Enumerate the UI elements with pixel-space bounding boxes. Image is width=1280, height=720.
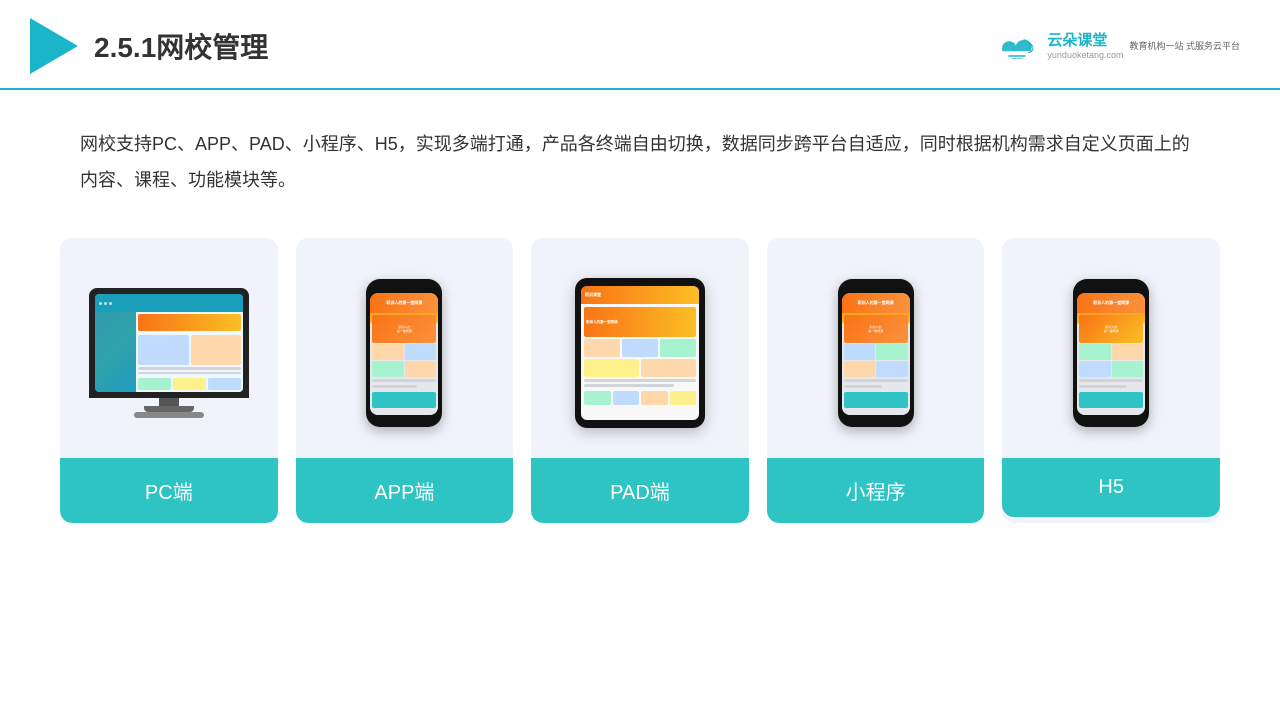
pad-tablet-icon: 职训课堂 职训人的第一堂网课 [575,278,705,428]
pc-card: PC端 [60,238,278,523]
mini-program-card: 职训人的第一堂网课 职训人的第一堂网课 [767,238,985,523]
pad-label: PAD端 [531,458,749,523]
logo-triangle-icon [30,18,78,74]
header-left: 2.5.1网校管理 [30,18,268,74]
mini-program-label: 小程序 [767,458,985,523]
app-label: APP端 [296,458,514,523]
app-phone-icon: 职训人的第一堂网课 职训人的第一堂网课 [366,279,442,427]
brand-slogan: 教育机构一站 式服务云平台 [1129,40,1240,53]
brand-url: yunduoketang.com [1047,50,1123,61]
h5-label: H5 [1002,458,1220,517]
header-right: 云朵课堂 yunduoketang.com 教育机构一站 式服务云平台 [993,28,1240,65]
pc-monitor-icon [89,288,249,418]
brand-name: 云朵课堂 [1047,32,1107,50]
header: 2.5.1网校管理 云朵课堂 yunduoketang.com 教育机构一站 式… [0,0,1280,90]
mini-program-image-area: 职训人的第一堂网课 职训人的第一堂网课 [767,238,985,458]
pc-image-area [60,238,278,458]
h5-image-area: 职训人的第一堂网课 职训人的第一堂网课 [1002,238,1220,458]
pad-card: 职训课堂 职训人的第一堂网课 [531,238,749,523]
pad-image-area: 职训课堂 职训人的第一堂网课 [531,238,749,458]
cloud-icon [993,28,1041,65]
description-text: 网校支持PC、APP、PAD、小程序、H5，实现多端打通，产品各终端自由切换，数… [0,90,1280,218]
brand-text: 云朵课堂 yunduoketang.com [1047,32,1123,61]
h5-phone-icon: 职训人的第一堂网课 职训人的第一堂网课 [1073,279,1149,427]
mini-program-phone-icon: 职训人的第一堂网课 职训人的第一堂网课 [838,279,914,427]
device-cards-section: PC端 职训人的第一堂网课 职训人的第一堂网课 [0,218,1280,523]
brand-logo: 云朵课堂 yunduoketang.com 教育机构一站 式服务云平台 [993,28,1240,65]
page-title: 2.5.1网校管理 [94,26,268,66]
app-image-area: 职训人的第一堂网课 职训人的第一堂网课 [296,238,514,458]
pc-label: PC端 [60,458,278,523]
h5-card: 职训人的第一堂网课 职训人的第一堂网课 [1002,238,1220,523]
app-card: 职训人的第一堂网课 职训人的第一堂网课 [296,238,514,523]
